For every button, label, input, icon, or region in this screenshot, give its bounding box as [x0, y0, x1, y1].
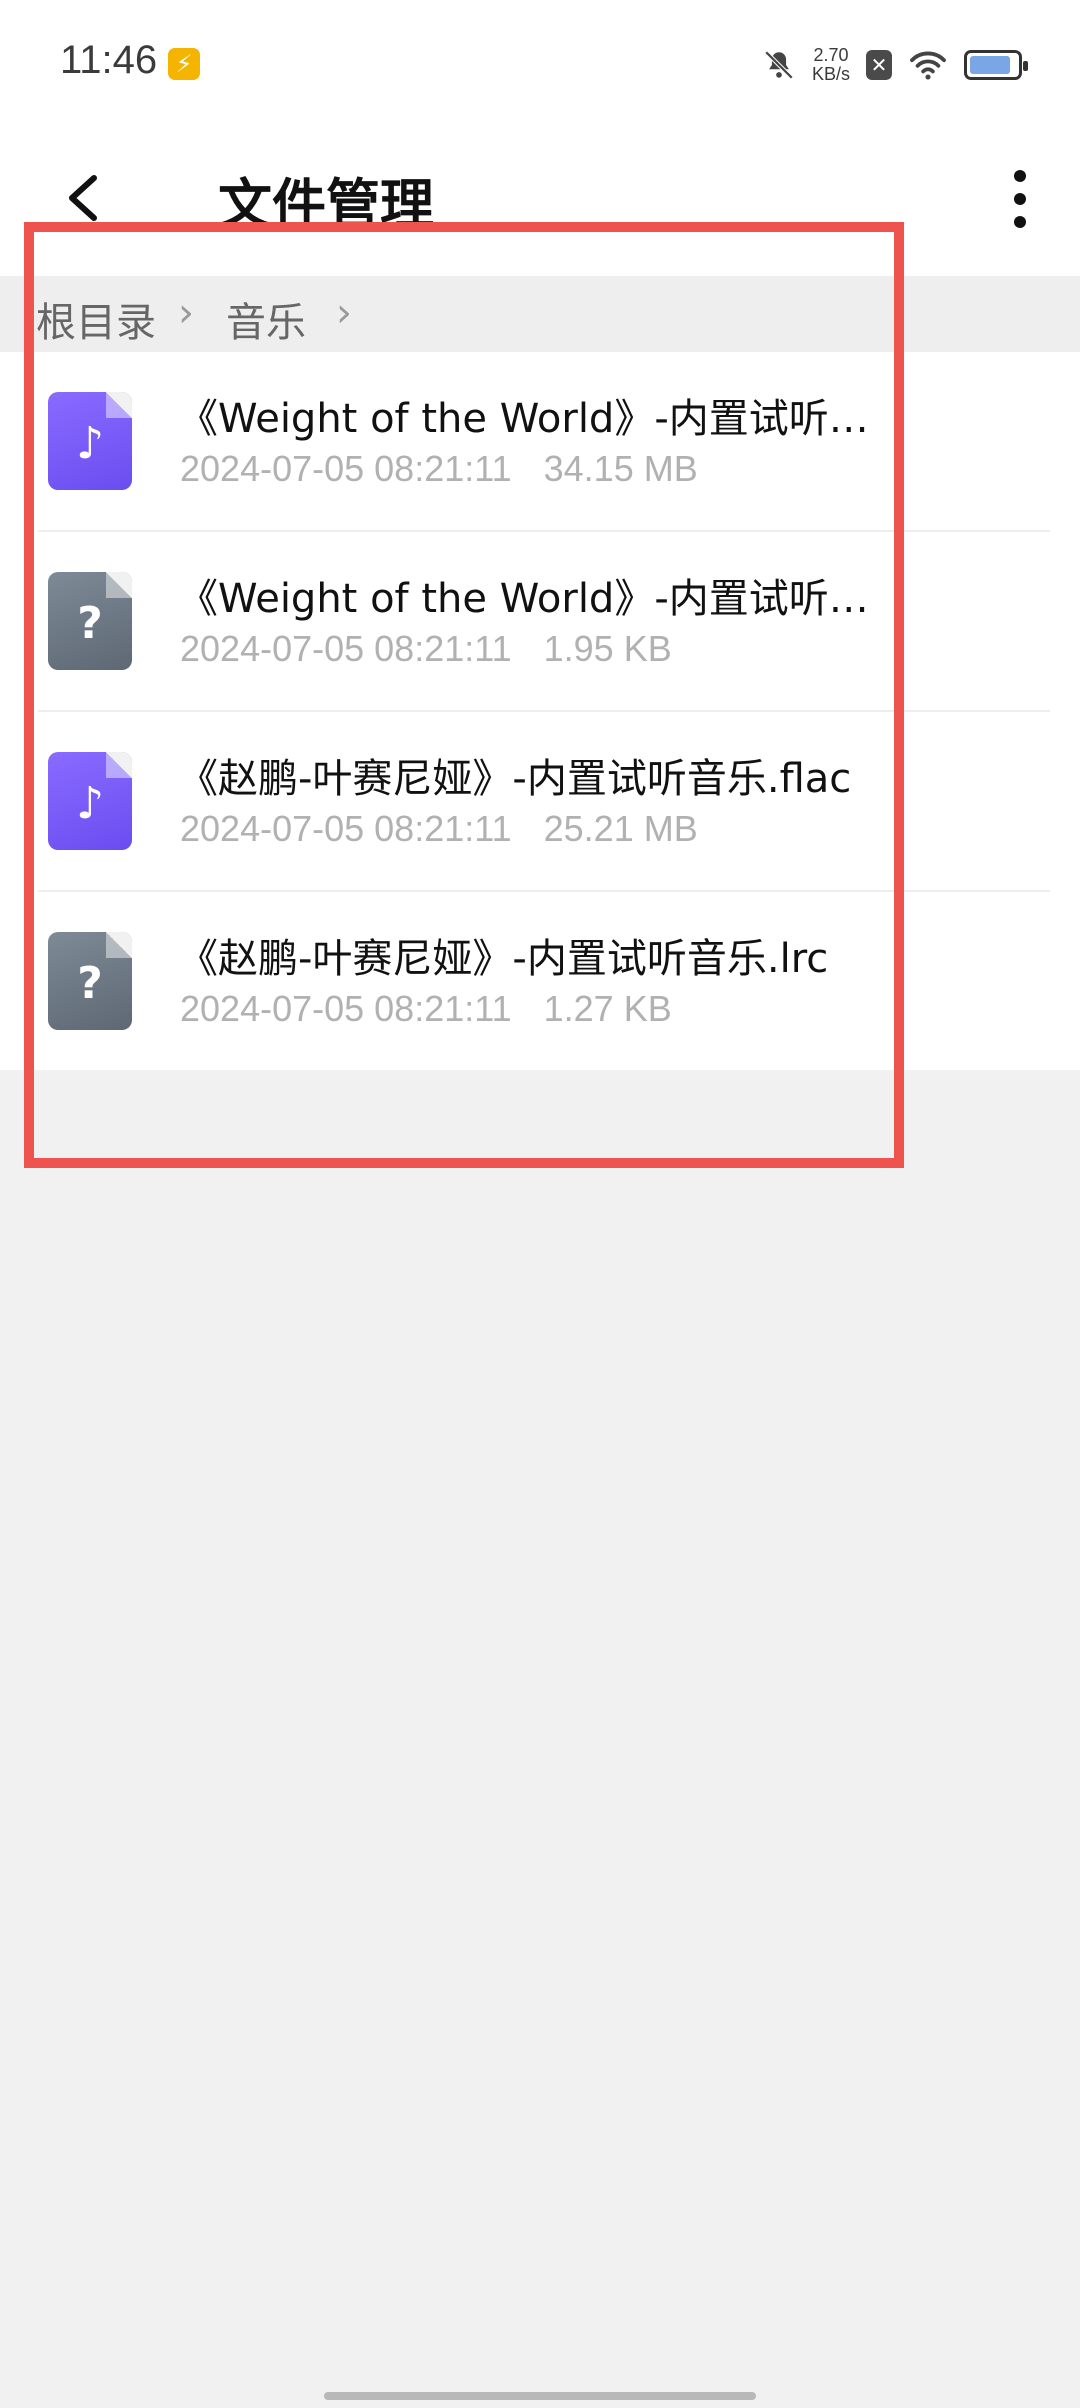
bolt-icon: ⚡ [168, 48, 200, 80]
battery-icon [964, 50, 1028, 80]
back-button[interactable] [58, 168, 118, 228]
more-dot-icon [1014, 170, 1026, 182]
more-dot-icon [1014, 216, 1026, 228]
speed-value: 2.70 [813, 45, 849, 65]
sim-x-icon: ✕ [866, 50, 892, 80]
speed-unit: KB/s [811, 64, 850, 84]
bell-muted-icon [764, 50, 794, 80]
network-speed: 2.70 KB/s [812, 46, 850, 84]
wifi-icon [910, 51, 946, 80]
home-indicator[interactable] [324, 2392, 756, 2400]
status-icons: 2.70 KB/s ✕ [762, 40, 1028, 90]
status-bar: 11:46 ⚡ 2.70 KB/s ✕ [0, 0, 1080, 130]
more-dot-icon [1014, 193, 1026, 205]
highlight-box [24, 222, 904, 1168]
more-options-button[interactable] [990, 166, 1050, 232]
status-time: 11:46 [60, 38, 158, 82]
